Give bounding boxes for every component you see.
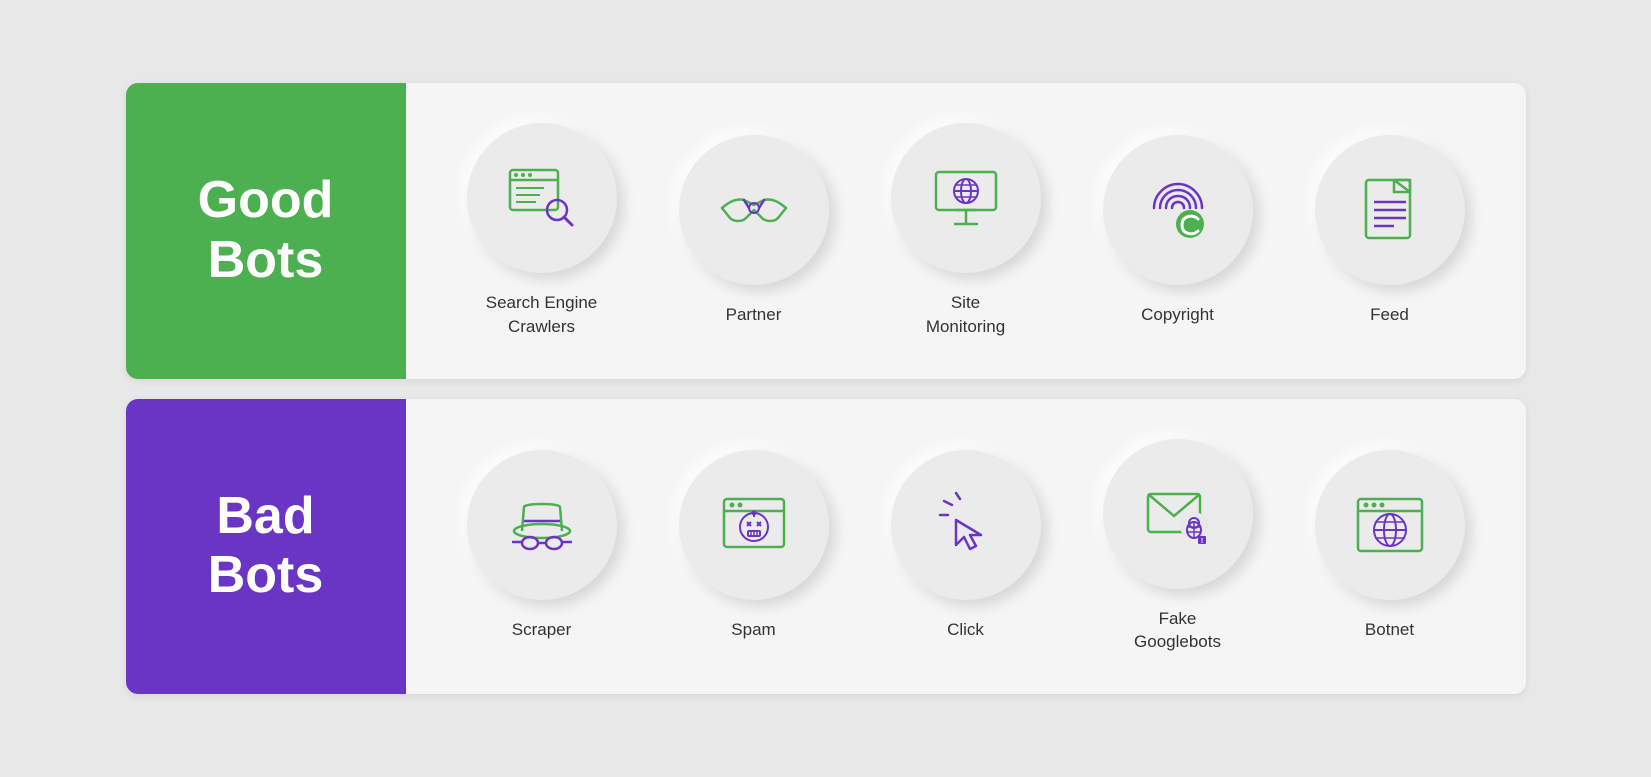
bot-item-click: Click [891,450,1041,642]
botnet-icon [1350,485,1430,565]
site-monitoring-icon [926,158,1006,238]
feed-icon-circle [1315,135,1465,285]
spam-icon [714,485,794,565]
feed-icon [1350,170,1430,250]
fake-googlebots-label: FakeGooglebots [1134,607,1221,655]
click-label: Click [947,618,984,642]
good-bots-section: GoodBots [126,83,1526,379]
bot-item-copyright: Copyright [1103,135,1253,327]
click-icon-circle [891,450,1041,600]
bot-item-search-engine-crawlers: Search EngineCrawlers [467,123,617,339]
search-engine-crawlers-label: Search EngineCrawlers [486,291,598,339]
click-icon [926,485,1006,565]
copyright-label: Copyright [1141,303,1214,327]
good-bots-label-box: GoodBots [126,83,406,379]
bad-bots-section: BadBots Scrap [126,399,1526,695]
feed-label: Feed [1370,303,1409,327]
bot-item-spam: Spam [679,450,829,642]
bot-item-site-monitoring: SiteMonitoring [891,123,1041,339]
bot-item-botnet: Botnet [1315,450,1465,642]
partner-icon [714,170,794,250]
good-bots-items: Search EngineCrawlers Partner [406,83,1526,379]
copyright-icon-circle [1103,135,1253,285]
bot-item-partner: Partner [679,135,829,327]
site-monitoring-icon-circle [891,123,1041,273]
search-engine-crawlers-icon-circle [467,123,617,273]
partner-icon-circle [679,135,829,285]
search-engine-crawlers-icon [502,158,582,238]
botnet-icon-circle [1315,450,1465,600]
scraper-label: Scraper [512,618,572,642]
bot-item-fake-googlebots: ! FakeGooglebots [1103,439,1253,655]
good-bots-title: GoodBots [198,171,334,291]
bad-bots-items: Scraper [406,399,1526,695]
fake-googlebots-icon-circle: ! [1103,439,1253,589]
svg-text:!: ! [1200,538,1202,545]
scraper-icon-circle [467,450,617,600]
partner-label: Partner [726,303,782,327]
bot-item-feed: Feed [1315,135,1465,327]
botnet-label: Botnet [1365,618,1414,642]
spam-icon-circle [679,450,829,600]
bad-bots-title: BadBots [208,487,324,607]
bad-bots-label-box: BadBots [126,399,406,695]
site-monitoring-label: SiteMonitoring [926,291,1005,339]
scraper-icon [502,485,582,565]
copyright-icon [1138,170,1218,250]
spam-label: Spam [731,618,775,642]
bot-item-scraper: Scraper [467,450,617,642]
fake-googlebots-icon: ! [1138,474,1218,554]
